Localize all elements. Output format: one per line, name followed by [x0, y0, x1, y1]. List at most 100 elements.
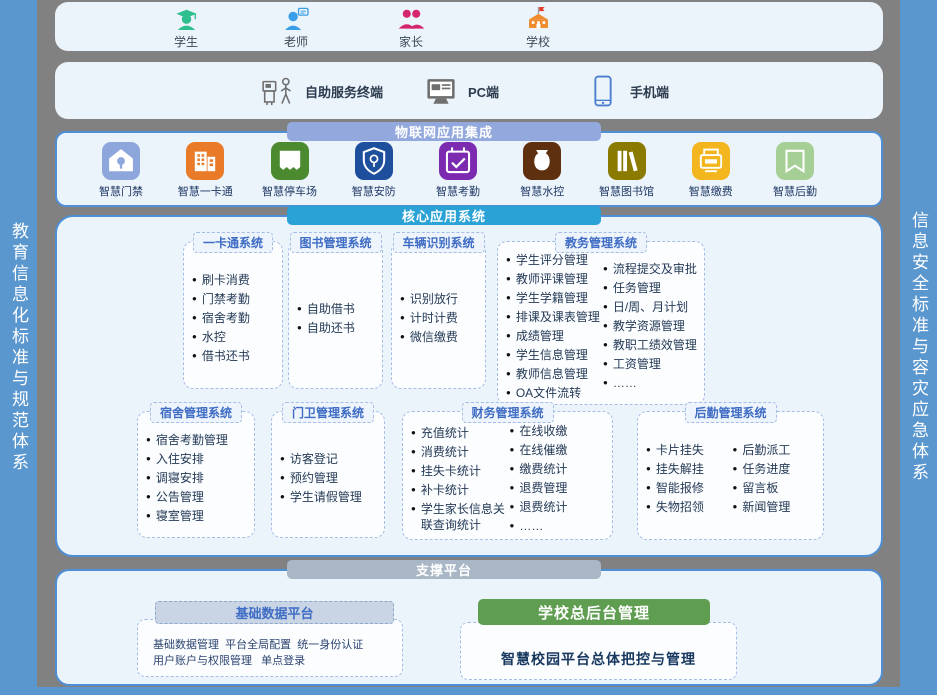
bullet-icon: ●	[506, 366, 511, 382]
user-label: 老师	[284, 33, 308, 50]
panel-item-list: ●自助借书●自助还书	[297, 254, 378, 382]
base-data-platform-panel: 基础数据管理 平台全局配置 统一身份认证 用户账户与权限管理 单点登录	[137, 619, 403, 677]
panel-item: ●挂失卡统计	[411, 463, 510, 479]
bullet-icon: ●	[192, 329, 197, 345]
bullet-icon: ●	[603, 280, 608, 296]
panel-item-list: ●学生评分管理●教师评课管理●学生学籍管理●排课及课表管理●成绩管理●学生信息管…	[506, 254, 603, 398]
panel-item: ●学生评分管理	[506, 252, 603, 268]
panel-body: ●卡片挂失●挂失解挂●智能报修●失物招领●后勤派工●任务进度●留言板●新闻管理	[638, 412, 823, 539]
bullet-icon: ●	[297, 301, 302, 317]
panel-item: ●学生学籍管理	[506, 290, 603, 306]
left-sidebar-label: 教育信息化标准与规范体系	[6, 222, 31, 474]
bullet-icon: ●	[146, 451, 151, 467]
iot-item: 智慧后勤	[757, 142, 833, 199]
bullet-icon: ●	[411, 425, 416, 441]
bullet-icon: ●	[297, 320, 302, 336]
panel-item: ●流程提交及审批	[603, 261, 700, 277]
bullet-icon: ●	[733, 461, 738, 477]
panel-item: ●公告管理	[146, 489, 250, 505]
bullet-icon: ●	[411, 463, 416, 479]
user-item: 学校	[502, 5, 574, 50]
user-item: 家长	[375, 5, 447, 50]
iot-item: 智慧图书馆	[589, 142, 665, 199]
attendance-icon	[439, 142, 477, 180]
parents-icon	[398, 5, 425, 32]
panel-item: ●退费管理	[510, 480, 609, 496]
one-card-icon	[186, 142, 224, 180]
panel-item: ●借书还书	[192, 348, 278, 364]
panel-item: ●自助借书	[297, 301, 378, 317]
terminals-band: 自助服务终端 PC端 手机端	[55, 62, 883, 119]
bullet-icon: ●	[733, 499, 738, 515]
terminal-item: 手机端	[585, 73, 669, 109]
panel-item: ●卡片挂失	[646, 442, 733, 458]
panel-item: ●消费统计	[411, 444, 510, 460]
panel-body: ●刷卡消费●门禁考勤●宿舍考勤●水控●借书还书	[184, 242, 282, 388]
bullet-icon: ●	[506, 347, 511, 363]
bullet-icon: ●	[400, 291, 405, 307]
kiosk-icon	[260, 74, 296, 108]
iot-band: 智慧门禁智慧一卡通智慧停车场智慧安防智慧考勤智慧水控智慧图书馆智慧缴费智慧后勤	[55, 131, 883, 207]
logistics-icon	[776, 142, 814, 180]
panel-item: ●教职工绩效管理	[603, 337, 700, 353]
panel-item: ●任务管理	[603, 280, 700, 296]
panel-item: ●新闻管理	[733, 499, 820, 515]
bullet-icon: ●	[733, 442, 738, 458]
terminal-item: 自助服务终端	[260, 73, 383, 109]
panel-item-list: ●识别放行●计时计费●微信缴费	[400, 254, 481, 382]
iot-item: 智慧安防	[336, 142, 412, 199]
bullet-icon: ●	[506, 290, 511, 306]
support-band: 基础数据平台 基础数据管理 平台全局配置 统一身份认证 用户账户与权限管理 单点…	[55, 569, 883, 686]
base-data-platform-title: 基础数据平台	[155, 601, 394, 624]
bullet-icon: ●	[603, 261, 608, 277]
panel-item-list: ●宿舍考勤管理●入住安排●调寝安排●公告管理●寝室管理	[146, 424, 250, 531]
panel-item: ●工资管理	[603, 356, 700, 372]
bullet-icon: ●	[411, 444, 416, 460]
core-band-header: 核心应用系统	[287, 206, 601, 225]
panel-title: 门卫管理系统	[282, 402, 374, 423]
panel-item: ●充值统计	[411, 425, 510, 441]
panel-item: ●留言板	[733, 480, 820, 496]
terminal-label: PC端	[468, 82, 499, 101]
panel-card-system: 一卡通系统●刷卡消费●门禁考勤●宿舍考勤●水控●借书还书	[183, 241, 283, 389]
phone-icon	[585, 74, 621, 108]
iot-item: 智慧水控	[504, 142, 580, 199]
bullet-icon: ●	[192, 348, 197, 364]
security-icon	[355, 142, 393, 180]
panel-item: ●教师信息管理	[506, 366, 603, 382]
panel-title: 一卡通系统	[193, 232, 273, 253]
iot-band-header: 物联网应用集成	[287, 122, 601, 141]
panel-item: ●识别放行	[400, 291, 481, 307]
terminal-label: 手机端	[630, 82, 669, 101]
panel-item-list: ●后勤派工●任务进度●留言板●新闻管理	[733, 424, 820, 533]
bullet-icon: ●	[733, 480, 738, 496]
panel-item: ●智能报修	[646, 480, 733, 496]
bullet-icon: ●	[646, 480, 651, 496]
school-admin-platform-title: 学校总后台管理	[478, 599, 710, 625]
iot-label: 智慧缴费	[689, 183, 733, 199]
user-label: 家长	[399, 33, 423, 50]
panel-gate-system: 门卫管理系统●访客登记●预约管理●学生请假管理	[271, 411, 385, 538]
panel-item: ●水控	[192, 329, 278, 345]
panel-dorm-system: 宿舍管理系统●宿舍考勤管理●入住安排●调寝安排●公告管理●寝室管理	[137, 411, 255, 538]
panel-item: ●……	[510, 518, 609, 534]
payment-icon	[692, 142, 730, 180]
iot-label: 智慧一卡通	[178, 183, 233, 199]
panel-item: ●日/周、月计划	[603, 299, 700, 315]
panel-item: ●补卡统计	[411, 482, 510, 498]
panel-item: ●缴费统计	[510, 461, 609, 477]
panel-item: ●成绩管理	[506, 328, 603, 344]
bullet-icon: ●	[603, 318, 608, 334]
panel-library-system: 图书管理系统●自助借书●自助还书	[288, 241, 383, 389]
library-icon	[608, 142, 646, 180]
panel-item: ●寝室管理	[146, 508, 250, 524]
panel-title: 图书管理系统	[289, 232, 381, 253]
school-admin-platform-panel: 智慧校园平台总体把控与管理	[460, 622, 737, 680]
bullet-icon: ●	[192, 310, 197, 326]
school-icon	[525, 5, 552, 32]
bullet-icon: ●	[506, 328, 511, 344]
panel-title: 财务管理系统	[461, 402, 553, 423]
panel-item-list: ●流程提交及审批●任务管理●日/周、月计划●教学资源管理●教职工绩效管理●工资管…	[603, 254, 700, 398]
panel-item: ●后勤派工	[733, 442, 820, 458]
panel-item: ●……	[603, 375, 700, 391]
